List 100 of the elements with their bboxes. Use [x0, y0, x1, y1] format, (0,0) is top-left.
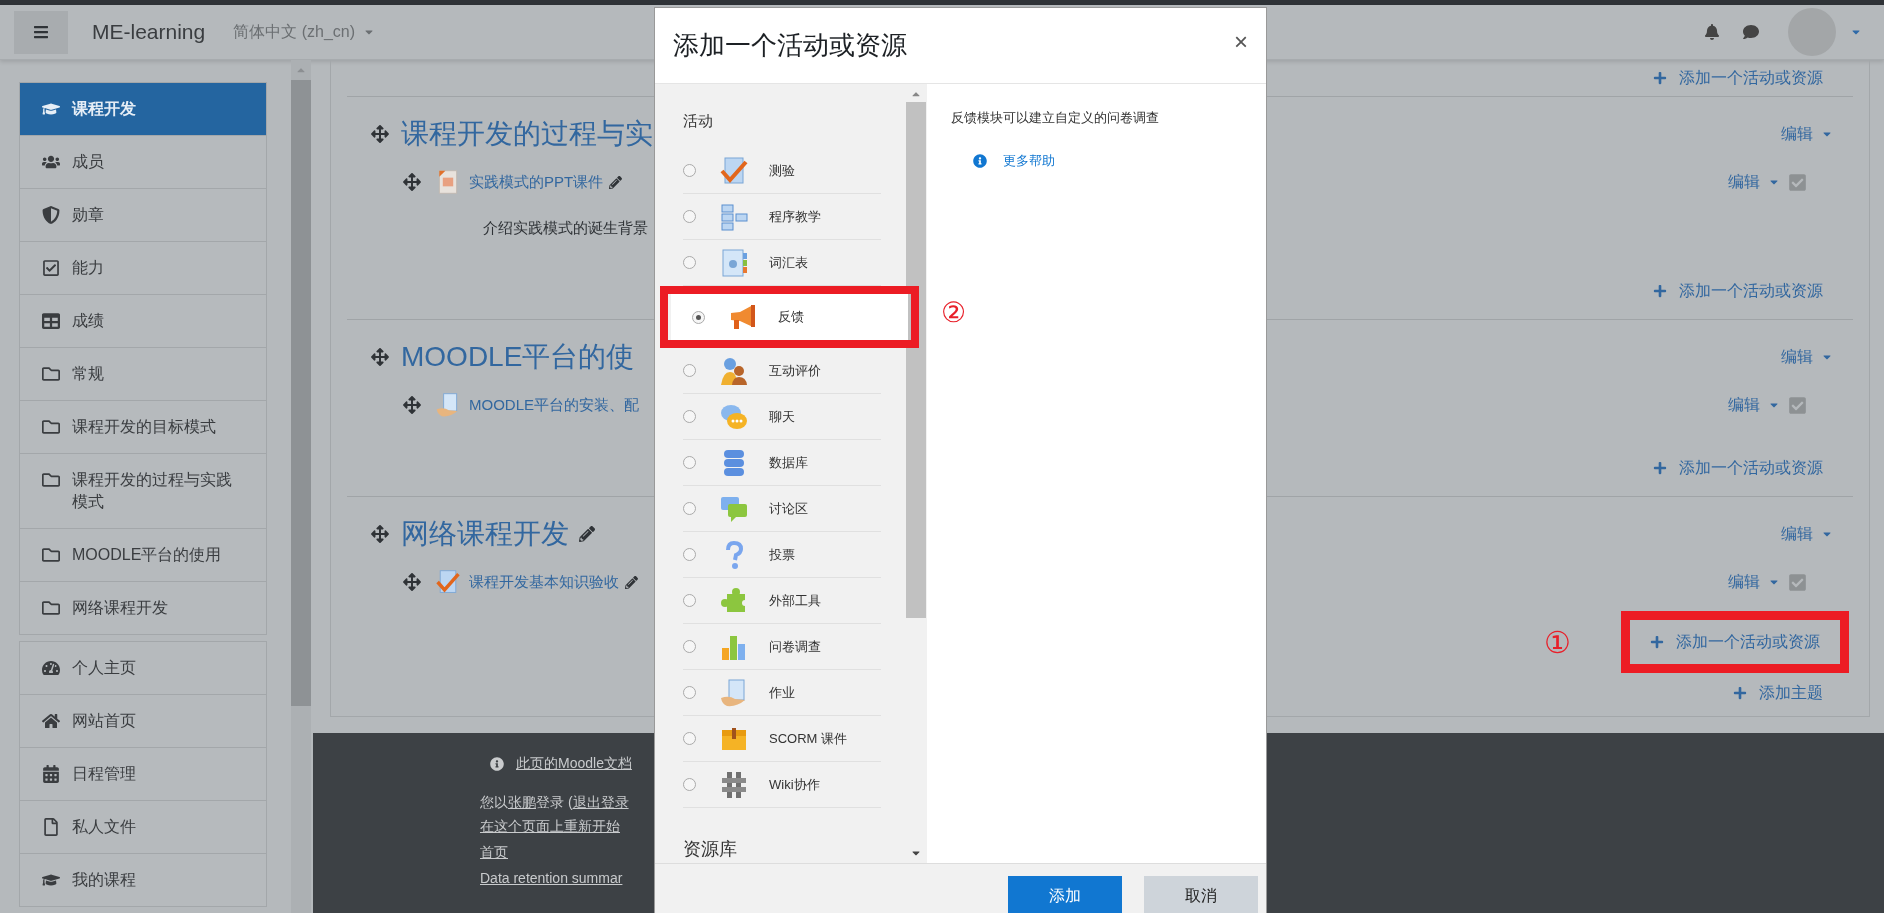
menu-button[interactable] [14, 10, 68, 54]
radio-button[interactable] [683, 164, 696, 177]
move-icon[interactable] [403, 573, 421, 591]
edit-menu[interactable]: 编辑 [1728, 570, 1780, 594]
activity-option[interactable]: 数据库 [683, 440, 881, 486]
cancel-button[interactable]: 取消 [1144, 876, 1258, 913]
activity-option[interactable]: 反馈 [671, 294, 908, 340]
help-link[interactable]: 更多帮助 [1003, 151, 1055, 171]
move-icon[interactable] [371, 125, 389, 143]
radio-button[interactable] [692, 310, 705, 324]
checkbox-icon[interactable] [1788, 572, 1807, 592]
megaphone-icon [728, 302, 758, 332]
chat-icon[interactable] [1742, 24, 1760, 40]
add-activity-link[interactable]: 添加一个活动或资源 [1650, 630, 1820, 654]
checkmark-document-icon [719, 155, 749, 186]
user-link[interactable]: 退出登录 [572, 794, 629, 810]
radio-button[interactable] [683, 686, 696, 699]
activity-option[interactable]: 测验 [683, 148, 881, 194]
people-icon [719, 355, 749, 386]
radio-button[interactable] [683, 548, 696, 561]
radio-button[interactable] [683, 410, 696, 423]
radio-button[interactable] [683, 364, 696, 377]
site-name: ME-learning [92, 19, 206, 46]
group-heading: 资源库 [682, 838, 738, 861]
pencil-icon[interactable] [579, 526, 595, 542]
radio-button[interactable] [683, 256, 696, 269]
checkbox-icon[interactable] [1788, 395, 1807, 415]
pencil-icon[interactable] [609, 175, 623, 189]
plus-icon [1653, 71, 1667, 85]
radio-button[interactable] [683, 456, 696, 469]
activity-option[interactable]: 作业 [683, 670, 881, 716]
user-link[interactable]: 张鹏 [508, 794, 536, 810]
add-button[interactable]: 添加 [1008, 876, 1122, 913]
move-icon[interactable] [371, 525, 389, 543]
activity-description: 介绍实践模式的诞生背景 [483, 217, 648, 238]
folder-icon [42, 546, 60, 564]
activity-option[interactable]: 程序教学 [683, 194, 881, 240]
checkbox-icon[interactable] [1788, 172, 1807, 192]
edit-menu[interactable]: 编辑 [1781, 122, 1833, 146]
radio-button[interactable] [683, 732, 696, 745]
activity-option[interactable]: 聊天 [683, 394, 881, 440]
scrollbar-thumb[interactable] [906, 101, 926, 618]
group-heading: 活动 [682, 110, 714, 131]
flowchart-icon [719, 201, 749, 232]
radio-button[interactable] [683, 502, 696, 515]
footer-link[interactable]: Data retention summar [480, 865, 623, 891]
add-topic-link[interactable]: 添加主题 [1733, 681, 1823, 705]
activity-option[interactable]: 讨论区 [683, 486, 881, 532]
footer-link[interactable]: 首页 [480, 839, 508, 865]
edit-menu[interactable]: 编辑 [1781, 345, 1833, 369]
annotation-number: ② [941, 296, 966, 330]
edit-menu[interactable]: 编辑 [1728, 393, 1780, 417]
move-icon[interactable] [403, 396, 421, 414]
shield-icon [42, 206, 60, 224]
info-icon [973, 153, 987, 168]
users-icon [42, 153, 60, 171]
activity-option[interactable]: 互动评价 [683, 348, 881, 394]
sidebar-item[interactable]: 课程开发 [20, 83, 266, 136]
activity-option[interactable]: 词汇表 [683, 240, 881, 286]
edit-menu[interactable]: 编辑 [1728, 170, 1780, 194]
activity-option[interactable]: 问卷调查 [683, 624, 881, 670]
add-activity-link[interactable]: 添加一个活动或资源 [1653, 66, 1823, 90]
activity-link[interactable]: 实践模式的PPT课件 [469, 170, 604, 194]
edit-menu[interactable]: 编辑 [1781, 522, 1833, 546]
section-title[interactable]: 课程开发的过程与实 [401, 113, 653, 155]
plus-icon [1653, 284, 1667, 298]
menu-icon [33, 24, 49, 40]
activity-option[interactable]: Wiki协作 [683, 762, 881, 808]
login-info: 您以张鹏登录 (退出登录 [480, 793, 630, 812]
checkbox-icon [42, 259, 60, 277]
footer-link[interactable]: 在这个页面上重新开始 [480, 813, 620, 839]
activity-option[interactable]: 外部工具 [683, 578, 881, 624]
activity-option[interactable]: 投票 [683, 532, 881, 578]
info-icon [490, 756, 504, 771]
activity-link[interactable]: 课程开发基本知识验收 [469, 570, 619, 594]
plus-icon [1733, 686, 1747, 700]
folder-icon [42, 599, 60, 617]
checkmark-document-icon [435, 569, 461, 595]
dictionary-icon [719, 247, 749, 278]
plus-icon [1653, 461, 1667, 475]
radio-button[interactable] [683, 640, 696, 653]
add-activity-link[interactable]: 添加一个活动或资源 [1653, 279, 1823, 303]
doc-link[interactable]: 此页的Moodle文档 [516, 753, 632, 774]
radio-button[interactable] [683, 778, 696, 791]
add-activity-link[interactable]: 添加一个活动或资源 [1653, 456, 1823, 480]
move-icon[interactable] [371, 348, 389, 366]
folder-icon [42, 418, 60, 436]
table-icon [42, 312, 60, 330]
activity-link[interactable]: MOODLE平台的安装、配 [469, 393, 639, 417]
section-title[interactable]: MOODLE平台的使 [401, 336, 635, 378]
activity-option[interactable]: SCORM 课件 [683, 716, 881, 762]
pencil-icon[interactable] [625, 575, 638, 589]
bell-icon[interactable] [1704, 24, 1720, 40]
scrollbar-thumb[interactable] [291, 80, 311, 706]
home-icon [42, 712, 60, 730]
move-icon[interactable] [403, 173, 421, 191]
radio-button[interactable] [683, 210, 696, 223]
radio-button[interactable] [683, 594, 696, 607]
close-button[interactable]: × [1234, 24, 1248, 67]
section-title[interactable]: 网络课程开发 [401, 513, 569, 555]
